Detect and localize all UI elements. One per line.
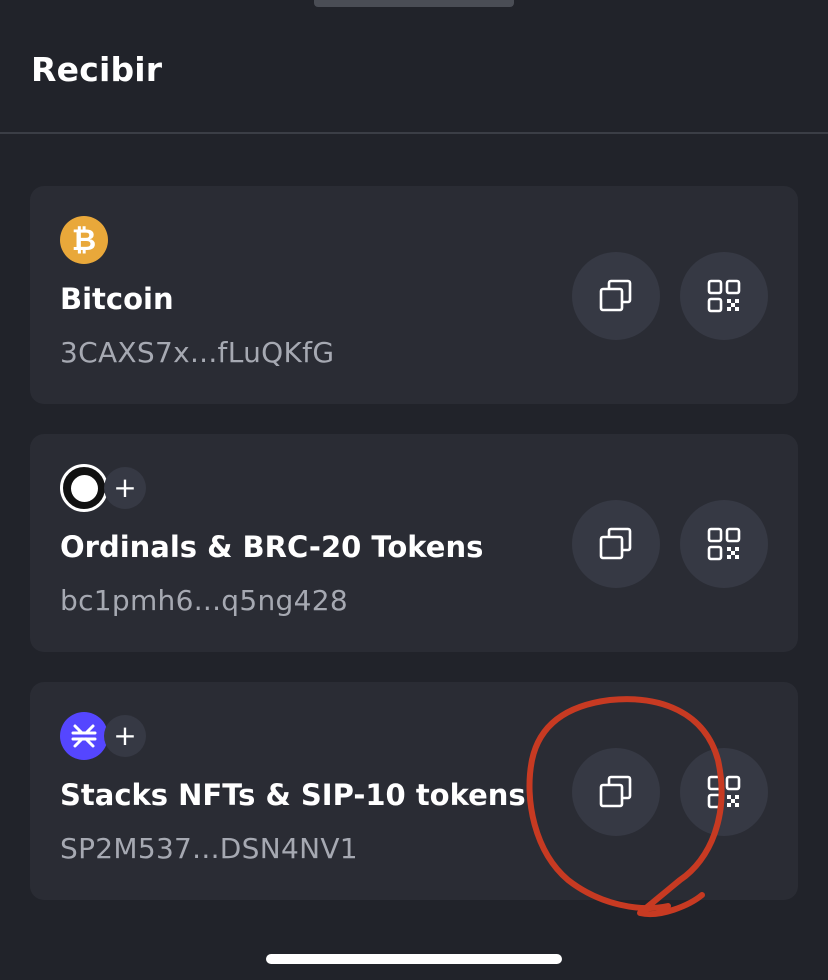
account-card-bitcoin: ₿ Bitcoin 3CAXS7x...fLuQKfG (30, 186, 798, 404)
copy-icon (599, 527, 632, 560)
account-address: bc1pmh6...q5ng428 (60, 584, 348, 617)
ordinals-icon (60, 464, 108, 512)
copy-icon (599, 775, 632, 808)
account-card-stacks: + Stacks NFTs & SIP-10 tokens SP2M537...… (30, 682, 798, 900)
qr-code-icon (707, 775, 741, 809)
copy-address-button[interactable] (572, 748, 660, 836)
plus-icon: + (104, 467, 146, 509)
account-address: 3CAXS7x...fLuQKfG (60, 336, 335, 369)
account-name: Bitcoin (60, 282, 174, 316)
show-qr-button[interactable] (680, 748, 768, 836)
show-qr-button[interactable] (680, 500, 768, 588)
stacks-icon (60, 712, 108, 760)
account-name: Stacks NFTs & SIP-10 tokens (60, 778, 526, 812)
account-address: SP2M537...DSN4NV1 (60, 832, 358, 865)
bitcoin-icon: ₿ (60, 216, 108, 264)
page-title: Recibir (31, 50, 163, 89)
account-card-ordinals: + Ordinals & BRC-20 Tokens bc1pmh6...q5n… (30, 434, 798, 652)
copy-icon (599, 279, 632, 312)
show-qr-button[interactable] (680, 252, 768, 340)
copy-address-button[interactable] (572, 500, 660, 588)
home-indicator[interactable] (266, 954, 562, 964)
plus-icon: + (104, 715, 146, 757)
qr-code-icon (707, 527, 741, 561)
account-icons: + (60, 464, 146, 512)
account-name: Ordinals & BRC-20 Tokens (60, 530, 484, 564)
header: Recibir (0, 0, 828, 134)
copy-address-button[interactable] (572, 252, 660, 340)
qr-code-icon (707, 279, 741, 313)
account-icons: + (60, 712, 146, 760)
account-icons: ₿ (60, 216, 108, 264)
